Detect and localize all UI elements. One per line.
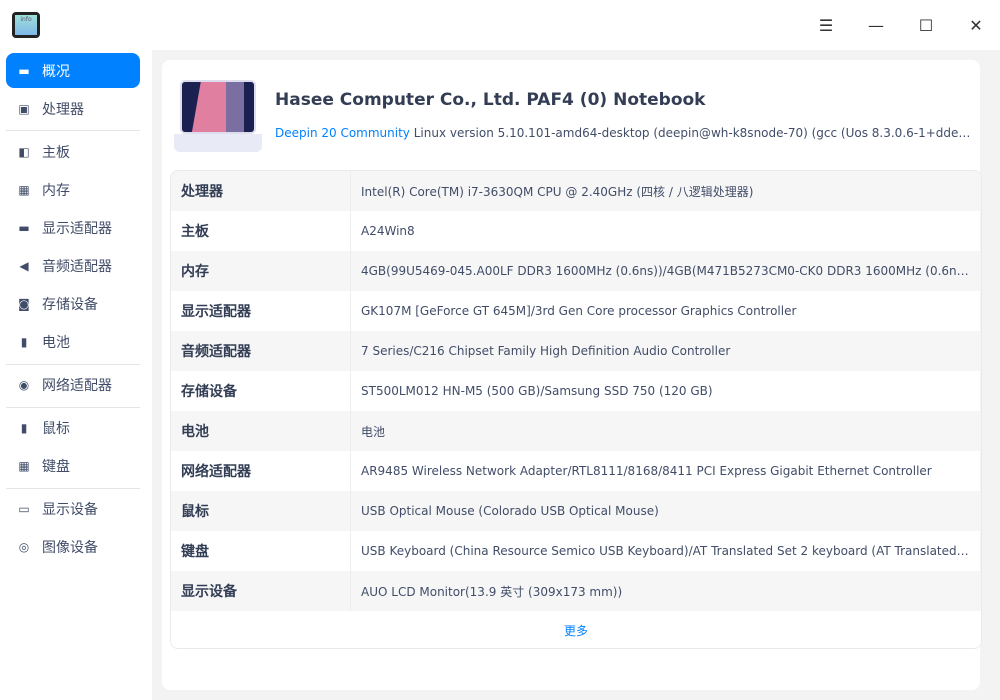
sidebar-icon: ▣	[18, 101, 30, 116]
sidebar-item-6[interactable]: ◙ 存储设备	[6, 286, 140, 321]
sidebar-icon: ▭	[18, 501, 30, 516]
divider	[6, 364, 140, 365]
sidebar-item-9[interactable]: ▮ 鼠标	[6, 410, 140, 445]
sidebar-icon: ◧	[18, 144, 30, 159]
table-row: 显示设备 AUO LCD Monitor(13.9 英寸 (309x173 mm)…	[171, 571, 981, 611]
divider	[6, 488, 140, 489]
row-key: 主板	[171, 211, 351, 251]
divider	[6, 130, 140, 131]
sidebar-item-label: 概况	[42, 63, 70, 80]
sidebar-item-3[interactable]: ▦ 内存	[6, 172, 140, 207]
row-value: A24Win8	[361, 224, 415, 238]
sidebar-icon: ▮	[20, 420, 28, 435]
sidebar-icon: ▦	[18, 182, 30, 197]
app-icon-text: info	[15, 15, 37, 35]
app-icon: info	[12, 12, 40, 38]
row-value: 4GB(99U5469-045.A00LF DDR3 1600MHz (0.6n…	[361, 264, 973, 278]
row-value: AUO LCD Monitor(13.9 英寸 (309x173 mm))	[361, 584, 623, 599]
sidebar-item-2[interactable]: ◧ 主板	[6, 134, 140, 169]
minimize-button[interactable]: —	[861, 10, 891, 40]
row-key: 音频适配器	[171, 331, 351, 371]
table-row: 处理器 Intel(R) Core(TM) i7-3630QM CPU @ 2.4…	[171, 171, 981, 211]
row-key: 处理器	[171, 171, 351, 211]
row-key: 网络适配器	[171, 451, 351, 491]
sidebar-item-label: 键盘	[42, 458, 70, 475]
sidebar-item-1[interactable]: ▣ 处理器	[6, 91, 140, 126]
row-value: 电池	[361, 424, 386, 439]
row-key: 内存	[171, 251, 351, 291]
title-bar: info ☰ — ☐ ✕	[0, 0, 1000, 50]
sidebar-icon: ◀	[19, 258, 29, 273]
row-key: 存储设备	[171, 371, 351, 411]
row-key: 鼠标	[171, 491, 351, 531]
sidebar-item-label: 处理器	[42, 101, 84, 118]
sidebar-icon: ▬	[18, 63, 30, 78]
sidebar-item-label: 图像设备	[42, 539, 98, 556]
sidebar-item-5[interactable]: ◀ 音频适配器	[6, 248, 140, 283]
sidebar-item-label: 内存	[42, 182, 70, 199]
os-info: Deepin 20 Community Linux version 5.10.1…	[275, 126, 975, 140]
sidebar-item-12[interactable]: ◎ 图像设备	[6, 529, 140, 564]
sidebar-item-label: 网络适配器	[42, 377, 112, 394]
row-value: AR9485 Wireless Network Adapter/RTL8111/…	[361, 464, 932, 478]
row-key: 键盘	[171, 531, 351, 571]
laptop-icon	[174, 80, 262, 156]
table-row: 鼠标 USB Optical Mouse (Colorado USB Optica…	[171, 491, 981, 531]
table-row: 网络适配器 AR9485 Wireless Network Adapter/RTL…	[171, 451, 981, 491]
sidebar: ▬ 概况 ▣ 处理器 ◧ 主板 ▦ 内存 ▬ 显示适配器 ◀ 音频适配器 ◙ 存储设备 ▮ 电池 ◉ 网络适配器 ▮…	[0, 50, 150, 700]
sidebar-item-label: 显示适配器	[42, 220, 112, 237]
sidebar-item-label: 音频适配器	[42, 258, 112, 275]
table-row: 显示适配器 GK107M [GeForce GT 645M]/3rd Gen Co…	[171, 291, 981, 331]
sidebar-icon: ▦	[18, 458, 30, 473]
sidebar-item-10[interactable]: ▦ 键盘	[6, 448, 140, 483]
sidebar-item-11[interactable]: ▭ 显示设备	[6, 491, 140, 526]
sidebar-item-8[interactable]: ◉ 网络适配器	[6, 367, 140, 402]
sidebar-item-7[interactable]: ▮ 电池	[6, 324, 140, 359]
sidebar-item-label: 主板	[42, 144, 70, 161]
overview-card: Hasee Computer Co., Ltd. PAF4 (0) Notebo…	[162, 60, 982, 690]
sidebar-icon: ▮	[20, 334, 28, 349]
table-row: 存储设备 ST500LM012 HN-M5 (500 GB)/Samsung SS…	[171, 371, 981, 411]
row-key: 显示设备	[171, 571, 351, 611]
row-value: USB Keyboard (China Resource Semico USB …	[361, 544, 981, 558]
maximize-button[interactable]: ☐	[911, 10, 941, 40]
close-button[interactable]: ✕	[961, 10, 991, 40]
row-key: 电池	[171, 411, 351, 451]
row-value: USB Optical Mouse (Colorado USB Optical …	[361, 504, 659, 518]
sidebar-icon: ◉	[18, 377, 30, 392]
menu-button[interactable]: ☰	[811, 10, 841, 40]
divider	[6, 407, 140, 408]
main-content: Hasee Computer Co., Ltd. PAF4 (0) Notebo…	[152, 50, 1000, 700]
sidebar-icon: ◎	[18, 539, 30, 554]
row-key: 显示适配器	[171, 291, 351, 331]
row-value: Intel(R) Core(TM) i7-3630QM CPU @ 2.40GH…	[361, 184, 754, 199]
table-row: 键盘 USB Keyboard (China Resource Semico US…	[171, 531, 981, 571]
table-row: 主板 A24Win8	[171, 211, 981, 251]
device-title: Hasee Computer Co., Ltd. PAF4 (0) Notebo…	[275, 90, 706, 110]
sidebar-icon: ▬	[18, 220, 30, 235]
os-link[interactable]: Deepin 20 Community	[275, 126, 410, 140]
sidebar-item-4[interactable]: ▬ 显示适配器	[6, 210, 140, 245]
sidebar-item-label: 鼠标	[42, 420, 70, 437]
more-link[interactable]: 更多	[171, 611, 981, 648]
sidebar-item-label: 存储设备	[42, 296, 98, 313]
sidebar-icon: ◙	[18, 296, 30, 311]
sidebar-item-label: 显示设备	[42, 501, 98, 518]
table-row: 音频适配器 7 Series/C216 Chipset Family High D…	[171, 331, 981, 371]
row-value: GK107M [GeForce GT 645M]/3rd Gen Core pr…	[361, 304, 797, 318]
sidebar-item-0[interactable]: ▬ 概况	[6, 53, 140, 88]
row-value: 7 Series/C216 Chipset Family High Defini…	[361, 344, 731, 358]
table-row: 内存 4GB(99U5469-045.A00LF DDR3 1600MHz (0.…	[171, 251, 981, 291]
os-detail: Linux version 5.10.101-amd64-desktop (de…	[413, 126, 975, 140]
overview-table: 处理器 Intel(R) Core(TM) i7-3630QM CPU @ 2.4…	[170, 170, 982, 649]
sidebar-item-label: 电池	[42, 334, 70, 351]
table-row: 电池 电池	[171, 411, 981, 451]
row-value: ST500LM012 HN-M5 (500 GB)/Samsung SSD 75…	[361, 384, 713, 398]
